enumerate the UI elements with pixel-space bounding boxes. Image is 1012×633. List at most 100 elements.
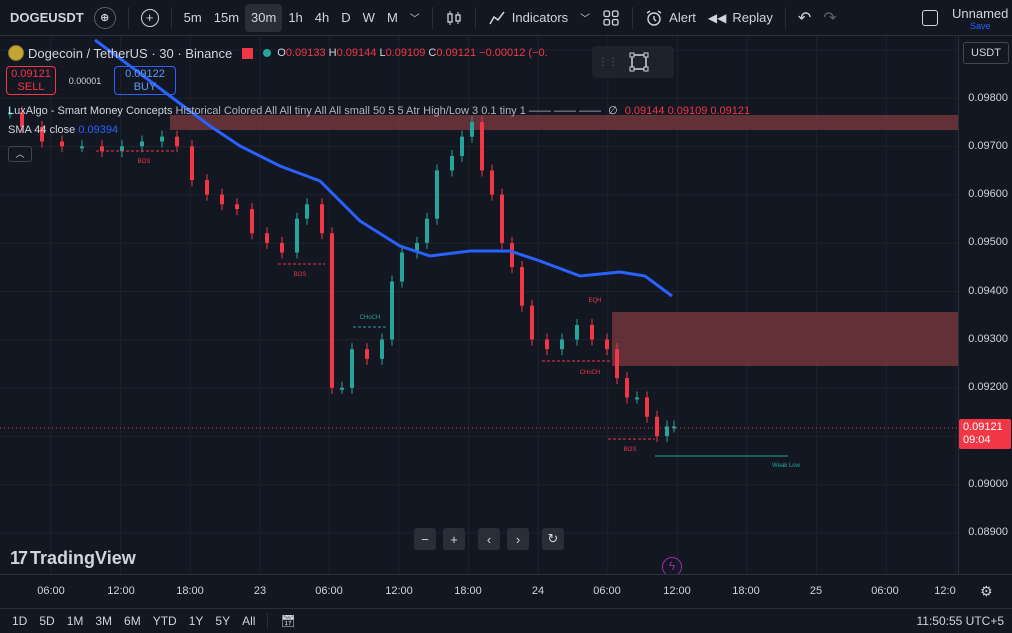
reset-chart-button[interactable]: ↻ — [542, 528, 564, 550]
interval-5m[interactable]: 5m — [178, 4, 208, 32]
symbol-title[interactable]: Dogecoin / TetherUS · 30 · Binance — [28, 46, 232, 61]
range-1y-button[interactable]: 1Y — [183, 614, 210, 628]
replay-button[interactable]: ◀◀ Replay — [702, 4, 779, 32]
bar-countdown: 09:04 — [963, 434, 991, 446]
candle-body — [280, 242, 284, 253]
tradingview-mark-icon: 17 — [10, 548, 28, 568]
chevron-up-icon: ︿ — [15, 149, 25, 159]
chevron-down-icon: ﹀ — [580, 14, 591, 25]
range-6m-button[interactable]: 6M — [118, 614, 147, 628]
interval-30m[interactable]: 30m — [245, 3, 283, 32]
interval-dropdown-button[interactable]: ﹀ — [404, 4, 426, 32]
time-tick: 06:00 — [315, 585, 343, 597]
candle-body — [490, 170, 494, 195]
price-tick: 0.08900 — [968, 526, 1008, 538]
chart-type-button[interactable] — [439, 4, 469, 32]
goto-date-button[interactable]: 📅︎ — [274, 614, 301, 628]
drag-handle-icon[interactable]: ⋮⋮ — [598, 57, 618, 68]
interval-15m[interactable]: 15m — [208, 4, 245, 32]
symbol-name[interactable]: DOGEUSDT — [10, 10, 84, 25]
redo-button[interactable]: ↷ — [817, 4, 842, 32]
supply-zone — [170, 115, 958, 130]
time-tick: 24 — [531, 585, 545, 597]
indicators-button[interactable]: Indicators — [482, 4, 574, 32]
ohlc-values: O0.09133 H0.09144 L0.09109 C0.09121 −0.0… — [277, 47, 548, 59]
buy-button[interactable]: 0.09122 BUY — [114, 66, 176, 95]
divider — [170, 6, 172, 29]
clock-timezone[interactable]: 11:50:55 UTC+5 — [917, 614, 1005, 628]
market-open-icon — [263, 49, 272, 57]
candle-body — [480, 122, 484, 171]
price-axis[interactable]: USDT 0.09800 0.09700 0.09600 0.09500 0.0… — [958, 36, 1012, 574]
alert-button[interactable]: Alert — [639, 4, 702, 32]
candle-body — [330, 233, 334, 388]
range-5y-button[interactable]: 5Y — [209, 614, 236, 628]
candle-body — [320, 204, 324, 234]
sma-indicator-legend[interactable]: SMA 44 close 0.09394 — [8, 124, 118, 136]
layouts-button[interactable] — [596, 4, 626, 32]
smc-indicator-name: LuxAlgo - Smart Money Concepts — [8, 105, 173, 117]
compare-symbol-icon[interactable]: ⊕ — [93, 6, 116, 29]
zoom-out-button[interactable]: − — [414, 528, 436, 550]
interval-4h[interactable]: 4h — [309, 4, 335, 32]
choch-label: CHoCH — [580, 370, 601, 376]
hidden-eye-icon[interactable]: ∅ — [608, 105, 618, 117]
interval-1h[interactable]: 1h — [282, 4, 308, 32]
smc-indicator-legend[interactable]: LuxAlgo - Smart Money Concepts Historica… — [8, 104, 750, 117]
time-tick: 18:00 — [176, 585, 204, 597]
tradingview-logo[interactable]: 17 TradingView — [10, 548, 136, 569]
save-status[interactable]: Save — [970, 21, 991, 31]
candle-body — [265, 233, 269, 243]
candle-body — [635, 397, 639, 400]
chart-pane[interactable]: BOS BOS CHoCH CHoCH EQH BOS Weak Low Dogecoin … — [0, 36, 958, 574]
time-tick: 12:0 — [934, 585, 956, 597]
lightning-icon[interactable]: ϟ — [662, 557, 682, 574]
indicators-icon — [489, 11, 505, 24]
range-1m-button[interactable]: 1M — [61, 614, 90, 628]
select-square-icon[interactable] — [628, 51, 650, 73]
candle-body — [235, 204, 239, 210]
currency-button[interactable]: USDT — [963, 42, 1009, 64]
layout-name-button[interactable]: Unnamed Save — [952, 6, 1012, 31]
fullscreen-icon[interactable] — [922, 10, 938, 26]
sell-button[interactable]: 0.09121 SELL — [6, 66, 56, 95]
bottom-toolbar: 1D 5D 1M 3M 6M YTD 1Y 5Y All 📅︎ 11:50:55… — [0, 608, 1012, 633]
add-symbol-button[interactable]: + — [135, 4, 165, 32]
time-tick: 25 — [809, 585, 823, 597]
range-3m-button[interactable]: 3M — [89, 614, 118, 628]
symbol-search[interactable]: DOGEUSDT ⊕ — [0, 4, 122, 32]
axis-settings-icon[interactable]: ⚙ — [980, 583, 993, 600]
zoom-in-button[interactable]: + — [443, 528, 465, 550]
chart-legend: Dogecoin / TetherUS · 30 · Binance O0.09… — [8, 44, 548, 62]
candle-body — [530, 305, 534, 340]
range-5d-button[interactable]: 5D — [33, 614, 60, 628]
divider — [474, 6, 476, 29]
workspace-area: Unnamed Save — [922, 0, 1012, 36]
candle-body — [510, 242, 514, 268]
range-1d-button[interactable]: 1D — [0, 614, 33, 628]
indicators-dropdown-button[interactable]: ﹀ — [574, 4, 596, 32]
interval-w[interactable]: W — [357, 4, 381, 32]
top-toolbar: DOGEUSDT ⊕ + 5m 15m 30m 1h 4h D W M ﹀ In… — [0, 0, 1012, 36]
undo-button[interactable]: ↶ — [792, 4, 817, 32]
price-tick: 0.09400 — [968, 285, 1008, 297]
range-all-button[interactable]: All — [236, 614, 261, 628]
price-tick: 0.09200 — [968, 381, 1008, 393]
price-tick: 0.09000 — [968, 478, 1008, 490]
time-axis[interactable]: 06:00 12:00 18:00 23 06:00 12:00 18:00 2… — [0, 574, 1012, 608]
collapse-legend-button[interactable]: ︿ — [8, 146, 32, 162]
eqh-label: EQH — [588, 298, 601, 304]
time-tick: 06:00 — [593, 585, 621, 597]
candle-body — [140, 141, 144, 147]
candle-body — [655, 416, 659, 437]
plus-icon: + — [140, 8, 159, 27]
sell-price: 0.09121 — [11, 68, 51, 80]
scroll-left-button[interactable]: ‹ — [478, 528, 500, 550]
range-ytd-button[interactable]: YTD — [147, 614, 183, 628]
interval-m[interactable]: M — [381, 4, 404, 32]
candle-body — [545, 339, 549, 350]
candle-body — [340, 387, 344, 390]
time-tick: 06:00 — [871, 585, 899, 597]
scroll-right-button[interactable]: › — [507, 528, 529, 550]
interval-d[interactable]: D — [335, 4, 356, 32]
